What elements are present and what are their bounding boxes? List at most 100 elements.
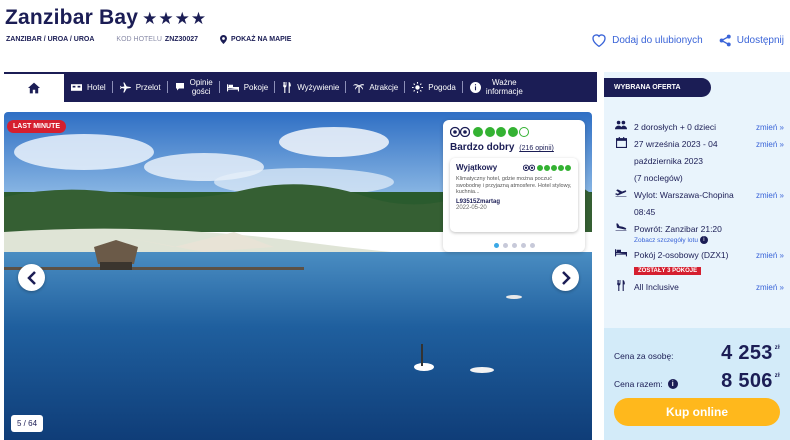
tab-flight[interactable]: Przelot [113,72,168,102]
add-to-favorites-label: Dodaj do ulubionych [612,34,703,46]
tab-important-info-label: Ważne informacje [486,78,523,96]
rating-text: Bardzo dobry [450,142,515,153]
buy-online-button[interactable]: Kup online [614,398,780,426]
hotel-code-label: KOD HOTELU [116,36,162,43]
review-bubble [544,164,550,171]
share-icon [719,34,731,46]
price-per-person-row: Cena za osobę: 4 253 zł [614,342,780,365]
tab-attractions[interactable]: Atrakcje [346,72,406,102]
tab-important-info[interactable]: Ważne informacje [463,72,530,102]
change-dates-link[interactable]: zmień » [756,136,784,153]
gallery-next-button[interactable] [552,264,579,291]
offer-dates-line2: października 2023 [634,156,703,166]
tab-hotel-label: Hotel [87,82,106,92]
review-date: 2022-05-20 [456,204,487,211]
hotel-meta: ZANZIBAR / UROA / UROA KOD HOTELU ZNZ300… [6,35,291,44]
calendar-icon [615,137,627,148]
price-per-person: 4 253 zł [721,342,780,365]
hotel-location[interactable]: ZANZIBAR / UROA / UROA [6,36,94,43]
carousel-dot[interactable] [511,243,517,248]
bed-icon [615,249,627,257]
palm-icon [353,83,365,93]
gallery-counter: 5 / 64 [11,415,44,432]
tripadvisor-bubbles [473,126,531,137]
review-bubble [558,164,564,171]
review-count-link[interactable]: (216 opinii) [519,145,554,152]
show-on-map-link[interactable]: POKAŻ NA MAPIE [220,35,291,44]
heart-icon [592,34,606,47]
chevron-right-icon [561,270,571,285]
carousel-dot[interactable] [502,243,508,248]
offer-departure-row: Wylot: Warszawa-Chopina 08:45 zmień » [614,187,784,221]
fork-knife-icon [283,81,292,93]
plane-icon [119,82,131,92]
carousel-dot[interactable] [529,243,535,248]
offer-sidebar: WYBRANA OFERTA 2 dorosłych + 0 dzieci zm… [604,72,790,440]
people-icon [615,120,627,130]
tab-weather[interactable]: Pogoda [405,72,463,102]
price-total-label: Cena razem: [614,379,663,389]
map-pin-icon [220,35,227,44]
price-box: Cena za osobę: 4 253 zł Cena razem: i 8 50… [604,328,790,440]
tab-important-info-label-line1: Ważne [492,78,517,87]
tab-rooms-label: Pokoje [243,82,269,92]
offer-dates-row: 27 września 2023 - 04 października 2023 (7… [614,136,784,187]
plane-landing-icon [615,223,627,231]
review-bubbles [523,164,572,171]
tripadvisor-owl-icon [450,126,470,137]
show-on-map-label: POKAŻ NA MAPIE [231,36,292,43]
add-to-favorites-button[interactable]: Dodaj do ulubionych [591,33,703,47]
tab-weather-label: Pogoda [428,82,456,92]
offer-details: 2 dorosłych + 0 dzieci zmień » 27 wrześn… [614,119,784,296]
offer-dates-line1: 27 września 2023 - 04 [634,139,718,149]
hotel-tabs-nav: Hotel Przelot Opinie gości Pokoje Wyżywie… [4,72,597,102]
info-icon[interactable]: i [667,379,678,389]
review-text: Klimatyczny hotel, gdzie można poczuć sw… [456,176,572,195]
offer-nights: (7 noclegów) [634,173,683,183]
change-departure-link[interactable]: zmień » [756,187,784,204]
price-total-label-wrap: Cena razem: i [614,379,678,389]
tab-reviews[interactable]: Opinie gości [168,72,220,102]
price-total: 8 506 zł [721,370,780,393]
review-card[interactable]: Wyjątkowy Klimatyczny hotel, gdzie można… [450,158,578,232]
carousel-dot[interactable] [520,243,526,248]
tripadvisor-rating: Bardzo dobry (216 opinii) [450,142,578,153]
tab-reviews-label: Opinie gości [190,78,213,96]
review-bubble [551,164,557,171]
offer-return-row: Powrót: Zanzibar 21:20 [614,221,784,238]
tab-hotel[interactable]: Hotel [64,72,113,102]
change-board-link[interactable]: zmień » [756,279,784,296]
change-room-link[interactable]: zmień » [756,247,784,264]
tab-rooms[interactable]: Pokoje [220,72,276,102]
selected-offer-tag: WYBRANA OFERTA [604,78,711,97]
price-per-person-label: Cena za osobę: [614,351,674,361]
fork-knife-icon [617,280,625,291]
rating-bubble [473,126,483,137]
offer-return: Powrót: Zanzibar 21:20 [634,224,722,234]
tab-important-info-label-line2: informacje [485,87,523,96]
change-guests-link[interactable]: zmień » [756,119,784,136]
price-total-row: Cena razem: i 8 506 zł [614,370,780,393]
bed-icon [226,83,239,91]
tab-home[interactable] [4,72,64,102]
tripadvisor-card[interactable]: Bardzo dobry (216 opinii) Wyjątkowy Klim… [443,120,585,252]
review-title: Wyjątkowy [456,163,498,172]
offer-guests-row: 2 dorosłych + 0 dzieci zmień » [614,119,784,136]
review-bubble [537,164,543,171]
offer-departure-line1: Wylot: Warszawa-Chopina [634,190,734,200]
currency-label: zł [774,345,780,351]
last-minute-badge: LAST MINUTE [7,120,67,133]
tripadvisor-owl-small-icon [523,164,535,171]
tab-reviews-label-line1: Opinie [189,78,213,87]
review-bubble [565,164,571,171]
rating-bubble-empty [519,126,529,137]
hotel-icon [71,83,82,91]
share-button[interactable]: Udostępnij [719,34,784,47]
carousel-dot-active[interactable] [493,243,499,248]
gallery-prev-button[interactable] [18,264,45,291]
tab-board-label: Wyżywienie [297,82,340,92]
chevron-left-icon [26,270,36,285]
rooms-left-badge: ZOSTAŁY 3 POKOJE [634,267,702,275]
tab-board[interactable]: Wyżywienie [275,72,347,102]
offer-board-row: All Inclusive zmień » [614,279,784,296]
